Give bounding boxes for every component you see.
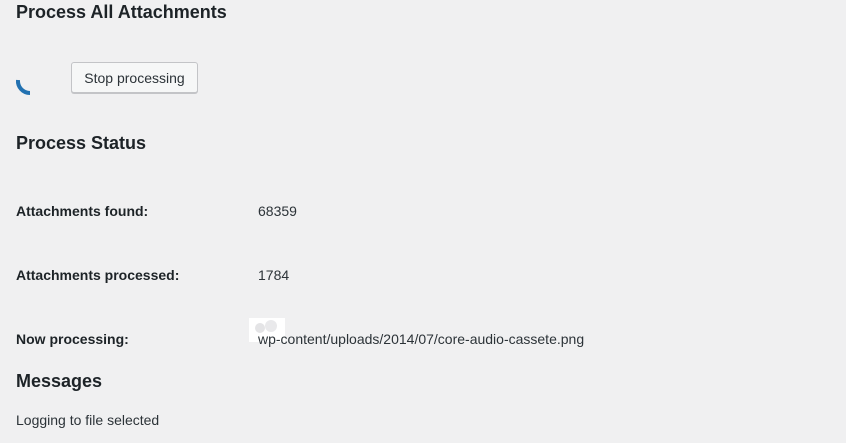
attachments-found-label: Attachments found: (16, 203, 149, 219)
attachments-processed-label: Attachments processed: (16, 267, 180, 283)
process-all-attachments-heading: Process All Attachments (16, 2, 227, 22)
attachments-found-value: 68359 (258, 203, 297, 219)
attachments-processed-value: 1784 (258, 267, 290, 283)
stop-processing-button[interactable]: Stop processing (71, 62, 198, 93)
process-status-heading: Process Status (16, 133, 147, 153)
loading-spinner-icon (15, 79, 31, 96)
message-item: Logging to file selected (16, 412, 160, 428)
messages-heading: Messages (16, 371, 103, 391)
now-processing-label: Now processing: (16, 331, 129, 347)
now-processing-value: wp-content/uploads/2014/07/core-audio-ca… (258, 331, 585, 347)
